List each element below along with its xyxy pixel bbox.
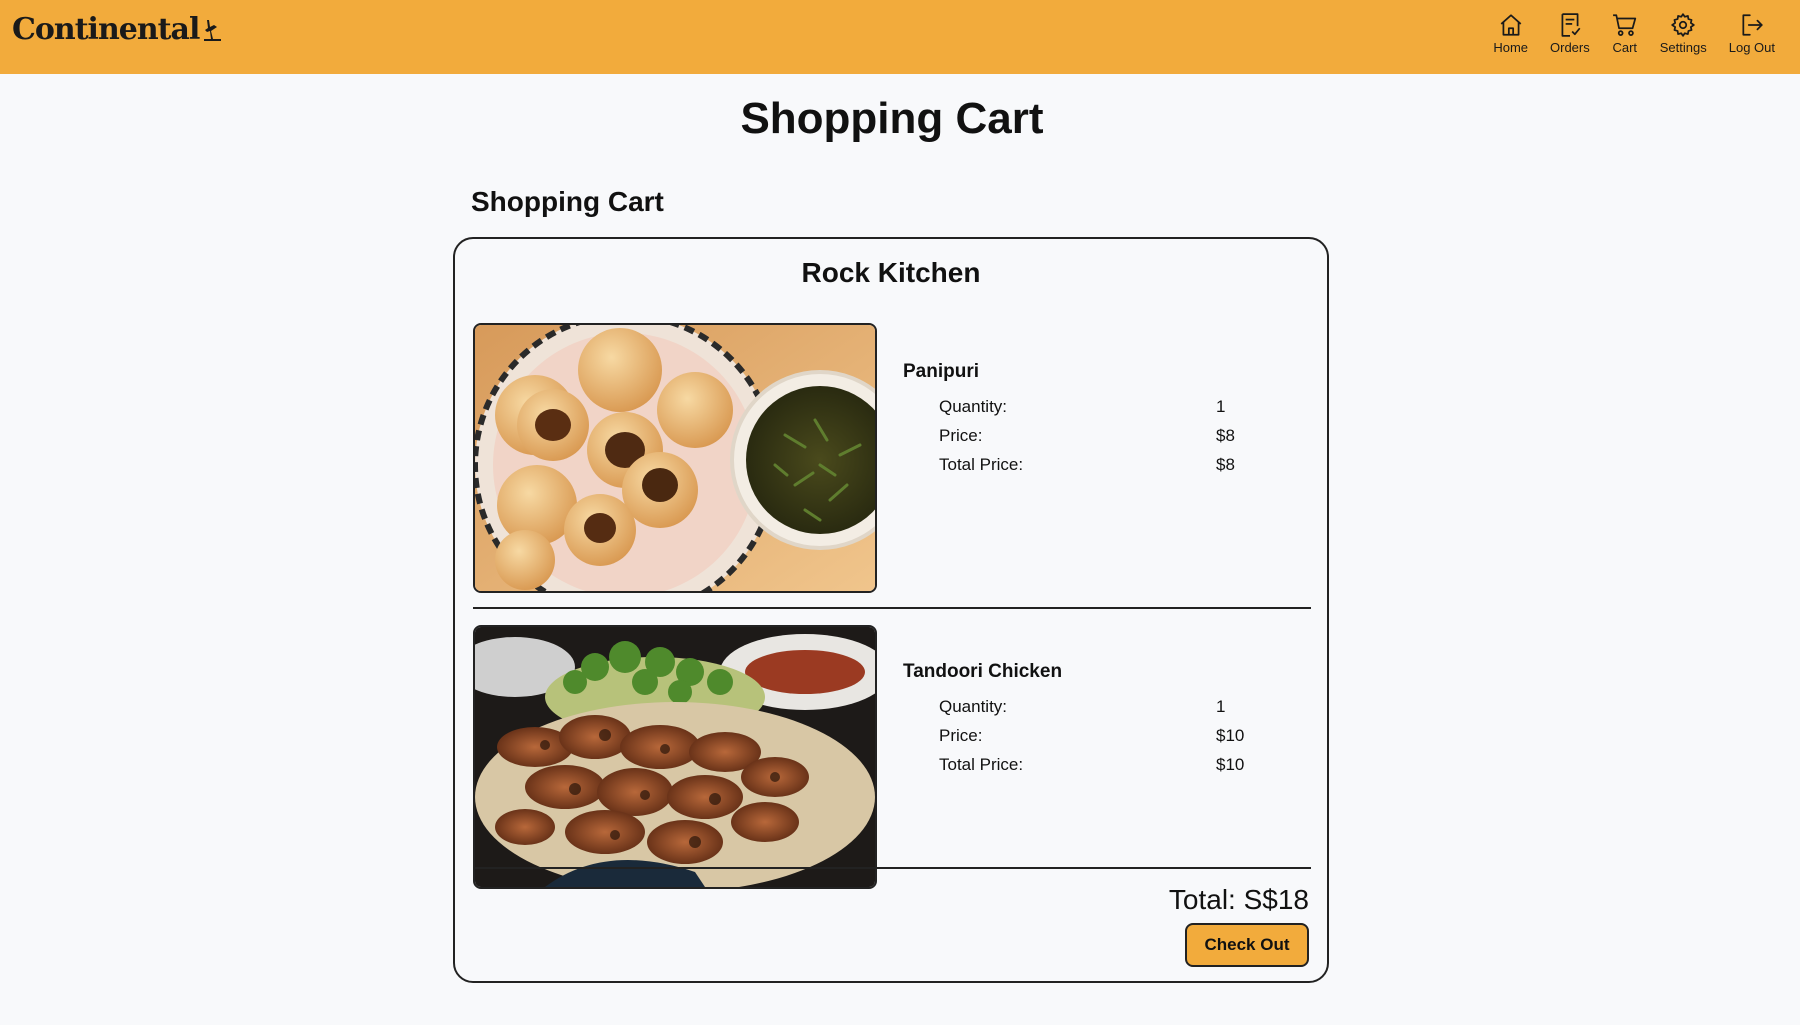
cart-total: Total: S$18 — [1168, 884, 1309, 915]
cart-item: Tandoori Chicken Quantity: 1 Price: $10 … — [473, 625, 1311, 889]
price-label: Price: — [939, 426, 983, 445]
total-price-value: $8 — [1216, 455, 1235, 474]
cart-icon — [1612, 14, 1636, 36]
total-divider — [473, 867, 1311, 869]
panipuri-image — [473, 323, 877, 593]
total-price-row: Total Price: $10 — [939, 755, 1244, 775]
top-nav-bar: Continental Home Orders Cart Settings Lo… — [0, 0, 1800, 74]
price-row: Price: $10 — [939, 726, 1244, 746]
nav-logout-label: Log Out — [1728, 40, 1775, 55]
cart-item: Panipuri Quantity: 1 Price: $8 Total Pri… — [473, 323, 1311, 593]
orders-icon — [1561, 13, 1581, 37]
price-value: $8 — [1216, 426, 1235, 445]
logo-text: Continental — [12, 12, 200, 47]
total-price-value: $10 — [1216, 755, 1245, 774]
price-value: $10 — [1216, 726, 1245, 745]
tandoori-chicken-image — [473, 625, 877, 889]
nav-home[interactable]: Home — [1482, 12, 1539, 55]
leaping-cat-logo-icon — [204, 19, 222, 41]
main-nav: Home Orders Cart Settings Log Out — [1482, 12, 1786, 55]
item-name: Tandoori Chicken — [903, 661, 1063, 682]
quantity-row: Quantity: 1 — [939, 697, 1225, 717]
section-title: Shopping Cart — [471, 186, 664, 217]
nav-orders-label: Orders — [1550, 40, 1590, 55]
price-label: Price: — [939, 726, 983, 745]
item-divider — [473, 607, 1311, 609]
home-icon — [1500, 14, 1521, 36]
total-price-label: Total Price: — [939, 455, 1024, 474]
total-price-row: Total Price: $8 — [939, 455, 1235, 475]
quantity-label: Quantity: — [939, 397, 1008, 416]
price-row: Price: $8 — [939, 426, 1235, 446]
nav-cart[interactable]: Cart — [1601, 12, 1649, 55]
quantity-value: 1 — [1216, 397, 1226, 416]
nav-logout[interactable]: Log Out — [1718, 12, 1786, 55]
gear-icon — [1671, 13, 1695, 37]
continental-logo[interactable]: Continental — [12, 12, 223, 47]
cart-card: Rock Kitchen Panipuri Quantity: 1 Price:… — [453, 237, 1329, 983]
checkout-button[interactable]: Check Out — [1185, 923, 1309, 967]
quantity-row: Quantity: 1 — [939, 397, 1225, 417]
quantity-label: Quantity: — [939, 697, 1008, 716]
page-title: Shopping Cart — [740, 94, 1044, 143]
logout-icon — [1742, 14, 1763, 36]
nav-home-label: Home — [1493, 40, 1529, 55]
total-price-label: Total Price: — [939, 755, 1024, 774]
nav-cart-label: Cart — [1612, 40, 1638, 55]
nav-orders[interactable]: Orders — [1539, 12, 1601, 55]
item-name: Panipuri — [903, 361, 980, 382]
restaurant-name: Rock Kitchen — [801, 257, 981, 288]
nav-settings-label: Settings — [1659, 40, 1707, 55]
quantity-value: 1 — [1216, 697, 1226, 716]
nav-settings[interactable]: Settings — [1649, 12, 1718, 55]
